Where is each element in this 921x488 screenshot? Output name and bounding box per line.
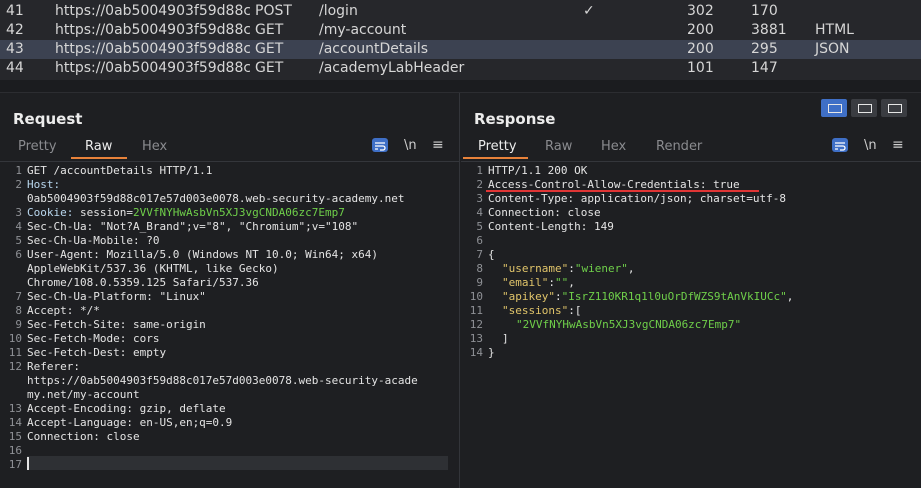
response-pane: Response Pretty Raw Hex Render \n ≡ 1 HT…: [461, 93, 921, 488]
code-line: Sec-Fetch-Mode: cors: [27, 332, 160, 345]
layout-single-icon[interactable]: [881, 99, 907, 117]
text-cursor: [27, 457, 29, 470]
code-line: Sec-Ch-Ua: "Not?A_Brand";v="8", "Chromiu…: [27, 220, 359, 233]
code-line: Cookie: session=2VVfNYHwAsbVn5XJ3vgCNDA0…: [27, 206, 345, 219]
layout-side-by-side-icon[interactable]: [821, 99, 847, 117]
code-line: "username":"wiener",: [502, 262, 635, 275]
code-line: User-Agent: Mozilla/5.0 (Windows NT 10.0…: [27, 248, 378, 261]
code-line: my.net/my-account: [27, 388, 140, 401]
code-line: {: [488, 248, 495, 261]
code-line: Sec-Fetch-Dest: empty: [27, 346, 167, 359]
row-length: 170: [751, 3, 778, 19]
tab-raw[interactable]: Raw: [545, 139, 572, 154]
row-url: https://0ab5004903f59d88c...: [55, 22, 250, 38]
row-id: 44: [6, 60, 24, 76]
code-line: GET /accountDetails HTTP/1.1: [27, 164, 213, 177]
history-row-selected[interactable]: 43 https://0ab5004903f59d88c... GET /acc…: [0, 40, 921, 59]
tab-pretty[interactable]: Pretty: [478, 139, 517, 154]
row-method: GET: [255, 60, 284, 76]
code-line: Referer:: [27, 360, 80, 373]
code-line: }: [488, 346, 495, 359]
code-line: Sec-Ch-Ua-Mobile: ?0: [27, 234, 160, 247]
request-pane: Request Pretty Raw Hex \n ≡ 1 GET /accou…: [0, 93, 460, 488]
newline-toggle[interactable]: \n: [404, 138, 417, 153]
row-status: 101: [687, 60, 714, 76]
code-line: "2VVfNYHwAsbVn5XJ3vgCNDA06zc7Emp7": [516, 318, 742, 331]
active-tab-underline: [463, 157, 528, 159]
row-path: /academyLabHeader: [319, 60, 465, 76]
code-line: "email":"",: [502, 276, 575, 289]
row-path: /accountDetails: [319, 41, 429, 57]
menu-icon[interactable]: ≡: [892, 137, 904, 153]
row-length: 295: [751, 41, 778, 57]
row-id: 42: [6, 22, 24, 38]
wrap-icon[interactable]: [832, 138, 848, 152]
wrap-icon[interactable]: [372, 138, 388, 152]
code-line: Host:: [27, 178, 61, 191]
code-line: HTTP/1.1 200 OK: [488, 164, 588, 177]
row-method: GET: [255, 41, 284, 57]
row-status: 302: [687, 3, 714, 19]
row-method: POST: [255, 3, 292, 19]
layout-stacked-icon[interactable]: [851, 99, 877, 117]
tab-hex[interactable]: Hex: [601, 139, 626, 154]
history-row[interactable]: 41 https://0ab5004903f59d88c... POST /lo…: [0, 2, 921, 21]
response-title: Response: [474, 110, 556, 128]
code-line: "apikey":"IsrZ110KR1q1l0uOrDfWZS9tAnVkIU…: [502, 290, 794, 303]
code-line: Accept-Language: en-US,en;q=0.9: [27, 416, 233, 429]
tab-raw[interactable]: Raw: [85, 139, 112, 154]
code-line: Connection: close: [488, 206, 601, 219]
code-line: Accept: */*: [27, 304, 100, 317]
history-row[interactable]: 44 https://0ab5004903f59d88c... GET /aca…: [0, 59, 921, 78]
menu-icon[interactable]: ≡: [432, 137, 444, 153]
row-url: https://0ab5004903f59d88c...: [55, 41, 250, 57]
current-line-highlight: [27, 456, 448, 470]
row-method: GET: [255, 22, 284, 38]
row-path: /login: [319, 3, 358, 19]
tab-pretty[interactable]: Pretty: [18, 139, 57, 154]
row-id: 41: [6, 3, 24, 19]
code-line: Sec-Ch-Ua-Platform: "Linux": [27, 290, 206, 303]
code-line: Chrome/108.0.5359.125 Safari/537.36: [27, 276, 259, 289]
history-row[interactable]: 42 https://0ab5004903f59d88c... GET /my-…: [0, 21, 921, 40]
response-editor[interactable]: 1 HTTP/1.1 200 OK 2 Access-Control-Allow…: [461, 161, 921, 488]
code-line: Accept-Encoding: gzip, deflate: [27, 402, 226, 415]
row-status: 200: [687, 41, 714, 57]
row-url: https://0ab5004903f59d88c...: [55, 60, 250, 76]
code-line: Content-Length: 149: [488, 220, 614, 233]
tab-render[interactable]: Render: [656, 139, 702, 154]
row-params-check: ✓: [583, 3, 595, 19]
row-length: 3881: [751, 22, 787, 38]
code-line: ]: [502, 332, 509, 345]
pane-divider[interactable]: [0, 80, 921, 93]
code-line: "sessions":[: [502, 304, 582, 317]
tab-hex[interactable]: Hex: [142, 139, 167, 154]
proxy-history-table: 41 https://0ab5004903f59d88c... POST /lo…: [0, 0, 921, 80]
request-editor[interactable]: 1 GET /accountDetails HTTP/1.1 2 Host: 0…: [0, 161, 459, 488]
row-status: 200: [687, 22, 714, 38]
row-id: 43: [6, 41, 24, 57]
row-mime: JSON: [815, 41, 850, 57]
code-line: Sec-Fetch-Site: same-origin: [27, 318, 206, 331]
row-path: /my-account: [319, 22, 407, 38]
code-line: 0ab5004903f59d88c017e57d003e0078.web-sec…: [27, 192, 405, 205]
row-url: https://0ab5004903f59d88c...: [55, 3, 250, 19]
code-line: https://0ab5004903f59d88c017e57d003e0078…: [27, 374, 418, 387]
code-line: AppleWebKit/537.36 (KHTML, like Gecko): [27, 262, 279, 275]
layout-toggle-group: [821, 99, 909, 117]
code-line: Connection: close: [27, 430, 140, 443]
request-title: Request: [13, 110, 83, 128]
row-length: 147: [751, 60, 778, 76]
newline-toggle[interactable]: \n: [864, 138, 877, 153]
active-tab-underline: [71, 157, 127, 159]
code-line: Content-Type: application/json; charset=…: [488, 192, 787, 205]
row-mime: HTML: [815, 22, 854, 38]
